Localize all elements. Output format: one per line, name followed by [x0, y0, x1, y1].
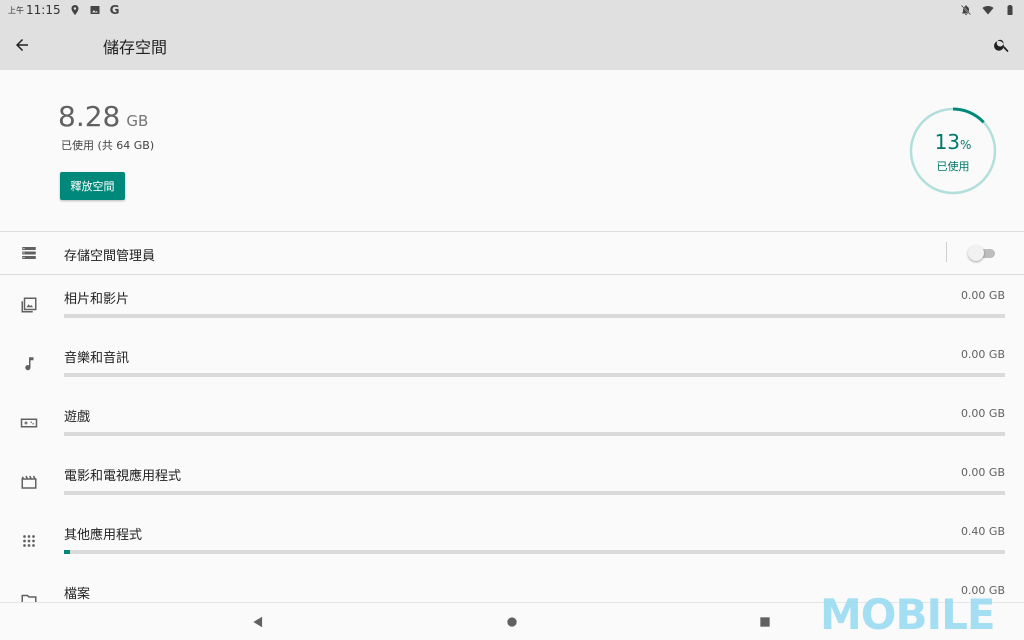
triangle-back-icon: [253, 616, 263, 628]
location-icon: [69, 4, 81, 16]
category-size: 0.00 GB: [960, 289, 1005, 302]
toggle-thumb: [968, 245, 984, 261]
free-up-space-button[interactable]: 釋放空間: [60, 172, 125, 200]
category-music[interactable]: 音樂和音訊 0.00 GB: [0, 336, 1024, 395]
status-ampm: 上午: [8, 5, 24, 15]
used-value: 8.28: [58, 100, 121, 133]
category-size: 0.40 GB: [960, 525, 1005, 538]
square-recents-icon: [760, 617, 770, 627]
music-note-icon: [18, 353, 40, 375]
screen: 上午 11:15 G 儲存空間 8.28 GB 已使用 (共 64 GB) 釋放…: [0, 0, 1024, 640]
storage-summary: 8.28 GB 已使用 (共 64 GB) 釋放空間 13% 已使用: [0, 70, 1024, 230]
category-progress-fill: [64, 550, 70, 554]
status-bar: 上午 11:15 G: [0, 0, 1024, 20]
gauge-percent-sign: %: [960, 138, 972, 152]
search-button[interactable]: [990, 33, 1014, 57]
divider: [0, 274, 1024, 275]
storage-manager-toggle[interactable]: [968, 245, 996, 261]
category-size: 0.00 GB: [960, 466, 1005, 479]
page-title: 儲存空間: [103, 38, 168, 57]
gauge-percent: 13%: [908, 130, 998, 154]
gauge-percent-value: 13: [934, 130, 961, 154]
status-time: 11:15: [26, 3, 61, 17]
category-label: 其他應用程式: [64, 528, 143, 543]
movie-icon: [18, 471, 40, 493]
category-size: 0.00 GB: [960, 348, 1005, 361]
category-games[interactable]: 遊戲 0.00 GB: [0, 395, 1024, 454]
storage-list-icon: [18, 242, 40, 264]
gauge-label: 已使用: [936, 160, 970, 173]
battery-icon: [1004, 4, 1016, 16]
gamepad-icon: [18, 412, 40, 434]
usage-gauge: 13% 已使用: [908, 106, 998, 196]
category-progress: [64, 432, 1005, 436]
category-progress: [64, 373, 1005, 377]
category-label: 相片和影片: [64, 292, 130, 307]
nav-back-button[interactable]: [248, 612, 268, 632]
photo-icon: [18, 294, 40, 316]
storage-manager-label: 存儲空間管理員: [64, 249, 156, 264]
used-storage: 8.28 GB: [58, 100, 148, 133]
watermark-logo: MOBILE: [820, 590, 996, 639]
category-label: 檔案: [64, 587, 91, 602]
status-right: [960, 4, 1016, 16]
category-photos[interactable]: 相片和影片 0.00 GB: [0, 277, 1024, 336]
category-progress: [64, 314, 1005, 318]
wifi-icon: [982, 4, 994, 16]
circle-home-icon: [507, 617, 517, 627]
category-label: 遊戲: [64, 410, 91, 425]
category-progress: [64, 491, 1005, 495]
nav-home-button[interactable]: [502, 612, 522, 632]
category-other-apps[interactable]: 其他應用程式 0.40 GB: [0, 513, 1024, 572]
gallery-icon: [89, 4, 101, 16]
app-bar: 儲存空間: [0, 20, 1024, 70]
nav-recents-button[interactable]: [755, 612, 775, 632]
back-button[interactable]: [10, 33, 34, 57]
category-label: 電影和電視應用程式: [64, 469, 182, 484]
vertical-divider: [946, 242, 947, 262]
used-total-text: 已使用 (共 64 GB): [61, 139, 155, 152]
category-label: 音樂和音訊: [64, 351, 130, 366]
arrow-left-icon: [16, 39, 28, 51]
search-icon: [994, 39, 1009, 53]
category-movies-tv[interactable]: 電影和電視應用程式 0.00 GB: [0, 454, 1024, 513]
used-unit: GB: [126, 112, 149, 130]
notifications-off-icon: [960, 4, 972, 16]
status-left: 上午 11:15 G: [8, 3, 121, 17]
google-icon: G: [109, 3, 120, 17]
apps-grid-icon: [18, 530, 40, 552]
storage-manager-row[interactable]: 存儲空間管理員: [0, 232, 1024, 274]
category-size: 0.00 GB: [960, 407, 1005, 420]
category-progress: [64, 550, 1005, 554]
